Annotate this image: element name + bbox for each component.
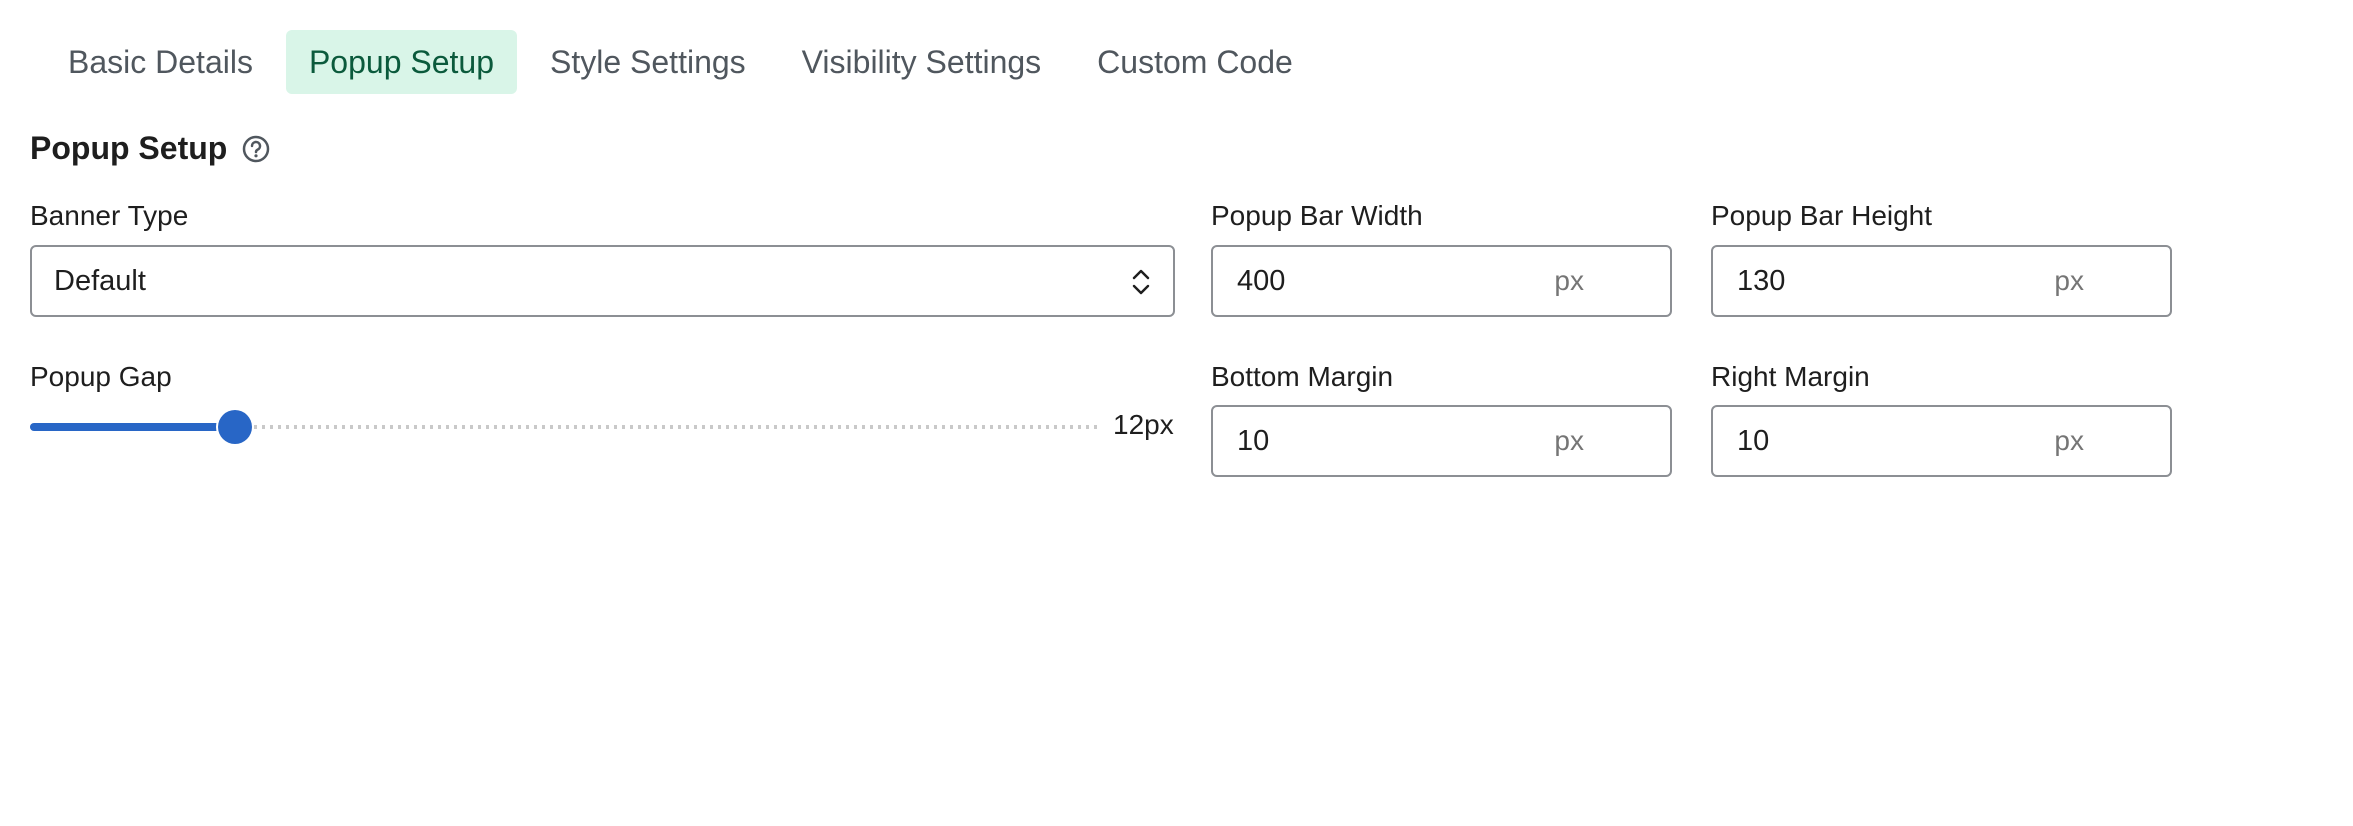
bottom-margin-unit: px xyxy=(1554,425,1584,456)
tab-visibility-settings[interactable]: Visibility Settings xyxy=(779,30,1065,94)
bottom-margin-input[interactable]: 10 px xyxy=(1211,405,1672,477)
section-title: Popup Setup xyxy=(30,130,228,166)
banner-type-select[interactable]: Default xyxy=(30,245,1175,317)
tab-basic-details[interactable]: Basic Details xyxy=(45,30,276,94)
section-header: Popup Setup xyxy=(30,130,271,167)
right-margin-unit: px xyxy=(2054,425,2084,456)
right-margin-input[interactable]: 10 px xyxy=(1711,405,2172,477)
banner-type-value: Default xyxy=(54,264,146,297)
slider-fill xyxy=(30,423,235,431)
tab-custom-code[interactable]: Custom Code xyxy=(1074,30,1316,94)
tab-popup-setup[interactable]: Popup Setup xyxy=(285,30,517,94)
popup-bar-height-value: 130 xyxy=(1737,264,1786,297)
popup-bar-height-input[interactable]: 130 px xyxy=(1711,245,2172,317)
popup-bar-height-unit: px xyxy=(2054,265,2084,296)
banner-type-label: Banner Type xyxy=(30,200,189,231)
popup-gap-value: 12px xyxy=(1113,409,1174,440)
popup-bar-width-label: Popup Bar Width xyxy=(1211,200,1423,231)
slider-thumb[interactable] xyxy=(218,410,252,444)
bottom-margin-value: 10 xyxy=(1237,424,1270,457)
popup-bar-width-input[interactable]: 400 px xyxy=(1211,245,1672,317)
popup-bar-width-value: 400 xyxy=(1237,264,1286,297)
chevron-up-down-icon xyxy=(1132,269,1150,295)
popup-gap-label: Popup Gap xyxy=(30,361,172,392)
bottom-margin-label: Bottom Margin xyxy=(1211,361,1394,392)
tab-bar: Basic Details Popup Setup Style Settings… xyxy=(45,30,1326,94)
question-circle-icon[interactable] xyxy=(241,134,271,164)
right-margin-label: Right Margin xyxy=(1711,361,1870,392)
popup-bar-height-label: Popup Bar Height xyxy=(1711,200,1933,231)
tab-style-settings[interactable]: Style Settings xyxy=(527,30,769,94)
popup-bar-width-unit: px xyxy=(1554,265,1584,296)
right-margin-value: 10 xyxy=(1737,424,1770,457)
popup-gap-slider[interactable] xyxy=(30,409,1100,445)
